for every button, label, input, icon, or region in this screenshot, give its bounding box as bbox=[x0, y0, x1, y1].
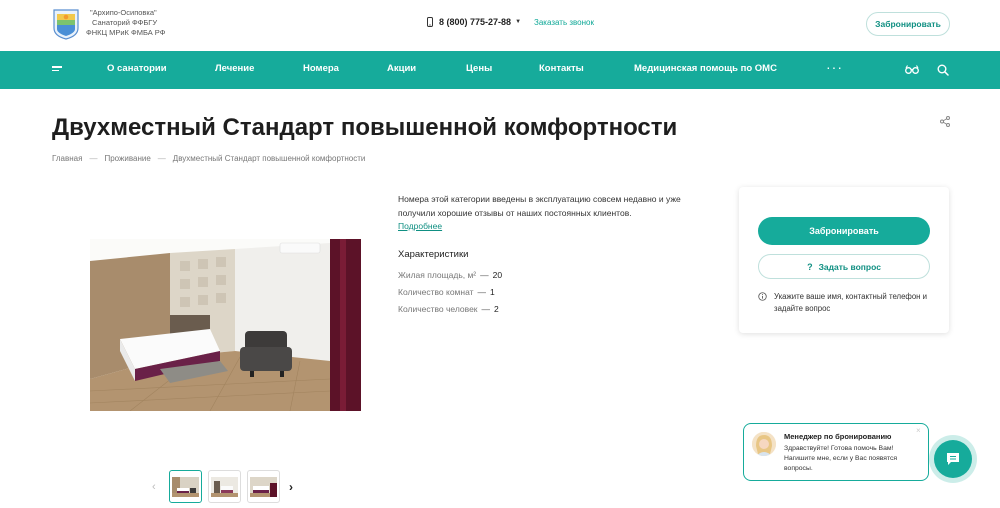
question-icon: ? bbox=[807, 261, 813, 272]
top-header: "Архипо-Осиповка" Санаторий ФФБГУ ФНКЦ М… bbox=[0, 0, 1000, 51]
nav-item-prices[interactable]: Цены bbox=[466, 63, 492, 74]
more-menu-icon[interactable]: ··· bbox=[826, 59, 843, 75]
chat-manager-title: Менеджер по бронированию bbox=[784, 432, 892, 441]
characteristic-label: Жилая площадь, м² bbox=[398, 270, 477, 280]
characteristic-value: 20 bbox=[492, 270, 503, 280]
characteristic-area: Жилая площадь, м² —20 bbox=[398, 270, 503, 280]
share-icon[interactable] bbox=[940, 116, 950, 127]
characteristic-label: Количество комнат bbox=[398, 287, 474, 297]
characteristic-rooms: Количество комнат —1 bbox=[398, 287, 495, 297]
logo-text: "Архипо-Осиповка" Санаторий ФФБГУ ФНКЦ М… bbox=[86, 8, 176, 38]
thumbnail-2[interactable] bbox=[208, 470, 241, 503]
characteristic-value: 2 bbox=[494, 304, 499, 314]
booking-card: Забронировать ? Задать вопрос Укажите ва… bbox=[739, 187, 949, 333]
characteristic-persons: Количество человек —2 bbox=[398, 304, 499, 314]
manager-avatar bbox=[752, 432, 776, 456]
close-icon[interactable]: × bbox=[916, 426, 921, 435]
chevron-down-icon[interactable]: ▼ bbox=[515, 19, 521, 25]
thumbnail-3[interactable] bbox=[247, 470, 280, 503]
phone-block: 8 (800) 775-27-88 ▼ Заказать звонок bbox=[426, 17, 594, 27]
main-nav: О санатории Лечение Номера Акции Цены Ко… bbox=[0, 51, 1000, 89]
nav-item-oms[interactable]: Медицинская помощь по ОМС bbox=[634, 63, 777, 74]
room-photo[interactable] bbox=[90, 239, 361, 411]
nav-item-rooms[interactable]: Номера bbox=[303, 63, 339, 74]
thumbnails-next-icon[interactable]: › bbox=[289, 480, 293, 494]
phone-icon bbox=[427, 17, 433, 27]
breadcrumb-separator: — bbox=[157, 154, 166, 163]
breadcrumb: Главная — Проживание — Двухместный Станд… bbox=[52, 154, 365, 163]
callback-link[interactable]: Заказать звонок bbox=[534, 18, 594, 27]
chat-icon bbox=[947, 453, 959, 465]
logo-line-2: Санаторий ФФБГУ bbox=[92, 18, 158, 27]
menu-icon[interactable] bbox=[52, 66, 63, 74]
breadcrumb-accommodation[interactable]: Проживание bbox=[104, 154, 150, 163]
nav-item-contacts[interactable]: Контакты bbox=[539, 63, 584, 74]
breadcrumb-current: Двухместный Стандарт повышенной комфортн… bbox=[172, 154, 366, 163]
sanatorium-logo[interactable] bbox=[52, 8, 80, 40]
book-button-header[interactable]: Забронировать bbox=[866, 12, 950, 36]
logo-line-1: "Архипо-Осиповка" bbox=[90, 8, 157, 17]
room-description: Номера этой категории введены в эксплуат… bbox=[398, 194, 681, 218]
chat-popup[interactable]: Менеджер по бронированию Здравствуйте! Г… bbox=[743, 423, 929, 481]
thumbnail-1[interactable] bbox=[169, 470, 202, 503]
thumbnails-prev-icon[interactable]: ‹ bbox=[152, 481, 156, 493]
accessibility-glasses-icon[interactable] bbox=[905, 64, 919, 76]
search-icon[interactable] bbox=[937, 64, 949, 76]
characteristic-value: 1 bbox=[490, 287, 495, 297]
breadcrumb-separator: — bbox=[89, 154, 98, 163]
phone-number[interactable]: 8 (800) 775-27-88 bbox=[439, 17, 511, 27]
more-link[interactable]: Подробнее bbox=[398, 221, 442, 231]
chat-message: Здравствуйте! Готова помочь Вам! Нагишит… bbox=[784, 445, 898, 472]
book-button[interactable]: Забронировать bbox=[758, 217, 930, 245]
chat-button[interactable] bbox=[934, 440, 972, 478]
characteristics-title: Характеристики bbox=[398, 249, 469, 260]
breadcrumb-home[interactable]: Главная bbox=[52, 154, 82, 163]
characteristic-label: Количество человек bbox=[398, 304, 478, 314]
nav-item-promotions[interactable]: Акции bbox=[387, 63, 416, 74]
nav-item-treatment[interactable]: Лечение bbox=[215, 63, 254, 74]
page-title: Двухместный Стандарт повышенной комфортн… bbox=[52, 114, 678, 141]
info-icon bbox=[758, 292, 767, 301]
logo-line-3: ФНКЦ МРиК ФМБА РФ bbox=[86, 28, 166, 37]
ask-question-button[interactable]: ? Задать вопрос bbox=[758, 254, 930, 279]
nav-item-about[interactable]: О санатории bbox=[107, 63, 167, 74]
ask-question-label: Задать вопрос bbox=[818, 261, 881, 272]
booking-info-text: Укажите ваше имя, контактный телефон и з… bbox=[774, 292, 927, 313]
booking-info: Укажите ваше имя, контактный телефон и з… bbox=[758, 291, 938, 315]
